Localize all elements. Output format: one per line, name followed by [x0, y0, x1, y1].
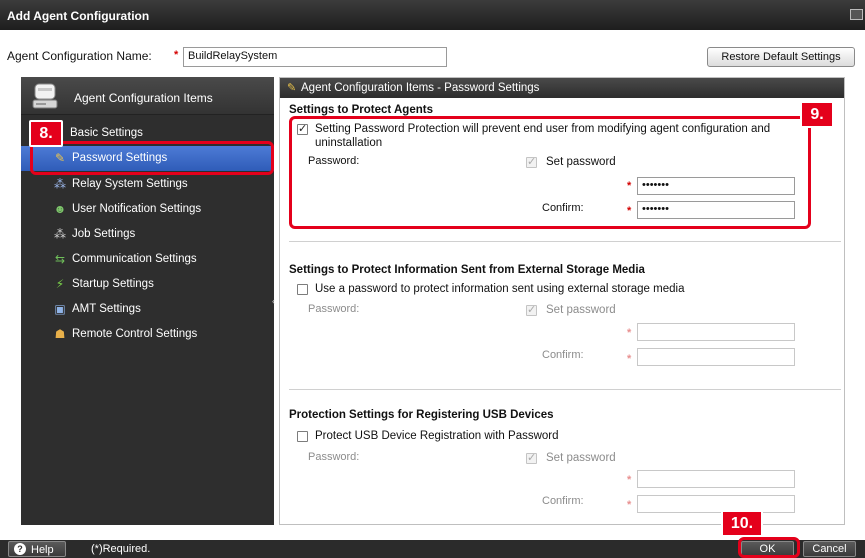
- config-name-label: Agent Configuration Name:: [7, 49, 152, 63]
- usb-devices-checkbox-label: Protect USB Device Registration with Pas…: [315, 430, 559, 442]
- external-media-confirm-label: Confirm:: [542, 349, 584, 361]
- callout-8-highlight: [30, 141, 274, 175]
- external-media-password-field[interactable]: [637, 323, 795, 341]
- usb-devices-set-password-label: Set password: [546, 452, 616, 464]
- sidebar-header: Agent Configuration Items: [21, 77, 274, 115]
- maximize-icon[interactable]: [850, 9, 863, 20]
- required-mark: *: [627, 499, 632, 511]
- callout-10-label: 10.: [721, 510, 763, 537]
- usb-devices-confirm-label: Confirm:: [542, 495, 584, 507]
- panel-header: ✎ Agent Configuration Items - Password S…: [280, 78, 844, 98]
- external-media-password-label: Password:: [308, 303, 360, 315]
- help-icon: ?: [14, 543, 26, 555]
- startup-icon: ⚡: [55, 277, 65, 291]
- sidebar-item-startup-settings[interactable]: ⚡ Startup Settings: [21, 272, 274, 297]
- config-name-row: Agent Configuration Name: * BuildRelaySy…: [0, 30, 865, 74]
- callout-8-label: 8.: [29, 120, 63, 147]
- sidebar-header-title: Agent Configuration Items: [74, 91, 213, 105]
- usb-devices-checkbox[interactable]: [297, 431, 308, 442]
- agent-computer-icon: [32, 83, 58, 109]
- remote-control-icon: ☗: [54, 327, 66, 341]
- sidebar-item-label: Remote Control Settings: [72, 328, 198, 340]
- collapse-sidebar-icon[interactable]: ‹: [272, 296, 275, 306]
- sidebar-item-job-settings[interactable]: ⁂ Job Settings: [21, 222, 274, 247]
- restore-default-settings-button[interactable]: Restore Default Settings: [707, 47, 855, 67]
- sidebar-item-label: AMT Settings: [72, 303, 141, 315]
- callout-10-highlight: [738, 537, 800, 558]
- sidebar-item-amt-settings[interactable]: ▣ AMT Settings: [21, 297, 274, 322]
- required-mark: *: [627, 474, 632, 486]
- sidebar-item-label: Communication Settings: [72, 253, 197, 265]
- external-media-set-password-label: Set password: [546, 304, 616, 316]
- external-media-set-password-checkbox[interactable]: [526, 303, 537, 316]
- external-media-checkbox[interactable]: [297, 284, 308, 295]
- sidebar-item-label: Job Settings: [72, 228, 136, 240]
- callout-9-highlight: [289, 116, 811, 229]
- help-button-label: Help: [31, 544, 54, 556]
- external-media-title: Settings to Protect Information Sent fro…: [289, 264, 645, 276]
- required-mark: *: [174, 49, 179, 61]
- usb-devices-confirm-field[interactable]: [637, 495, 795, 513]
- footer-bar: ? Help (*)Required. OK Cancel: [0, 540, 865, 558]
- callout-9-label: 9.: [800, 101, 834, 128]
- sidebar-item-label: Basic Settings: [70, 127, 143, 139]
- protect-agents-title: Settings to Protect Agents: [289, 104, 433, 116]
- section-divider: [289, 241, 841, 242]
- sidebar-item-relay-system-settings[interactable]: ⁂ Relay System Settings: [21, 172, 274, 197]
- required-mark: *: [627, 327, 632, 339]
- config-name-input[interactable]: BuildRelaySystem: [183, 47, 447, 67]
- sidebar-item-communication-settings[interactable]: ⇆ Communication Settings: [21, 247, 274, 272]
- required-mark: *: [627, 353, 632, 365]
- section-divider: [289, 389, 841, 390]
- relay-icon: ⁂: [54, 177, 66, 191]
- user-notify-icon: ☻: [53, 202, 67, 216]
- sidebar-item-label: Relay System Settings: [72, 178, 188, 190]
- usb-devices-title: Protection Settings for Registering USB …: [289, 409, 554, 421]
- job-icon: ⁂: [54, 227, 66, 241]
- window-title: Add Agent Configuration: [7, 9, 150, 23]
- usb-devices-password-field[interactable]: [637, 470, 795, 488]
- help-button[interactable]: ? Help: [8, 541, 66, 557]
- sidebar-item-user-notification-settings[interactable]: ☻ User Notification Settings: [21, 197, 274, 222]
- amt-icon: ▣: [54, 302, 66, 316]
- usb-devices-set-password-checkbox[interactable]: [526, 451, 537, 464]
- external-media-confirm-field[interactable]: [637, 348, 795, 366]
- panel-header-title: Agent Configuration Items - Password Set…: [301, 82, 540, 94]
- usb-devices-password-label: Password:: [308, 451, 360, 463]
- required-note: (*)Required.: [91, 543, 151, 555]
- sidebar-item-remote-control-settings[interactable]: ☗ Remote Control Settings: [21, 322, 274, 347]
- external-media-checkbox-label: Use a password to protect information se…: [315, 283, 685, 295]
- cancel-button[interactable]: Cancel: [803, 541, 856, 557]
- title-bar: Add Agent Configuration: [0, 0, 865, 30]
- sidebar-item-label: Startup Settings: [72, 278, 154, 290]
- communication-icon: ⇆: [54, 252, 66, 266]
- key-icon: ✎: [287, 82, 297, 94]
- sidebar-item-label: User Notification Settings: [72, 203, 202, 215]
